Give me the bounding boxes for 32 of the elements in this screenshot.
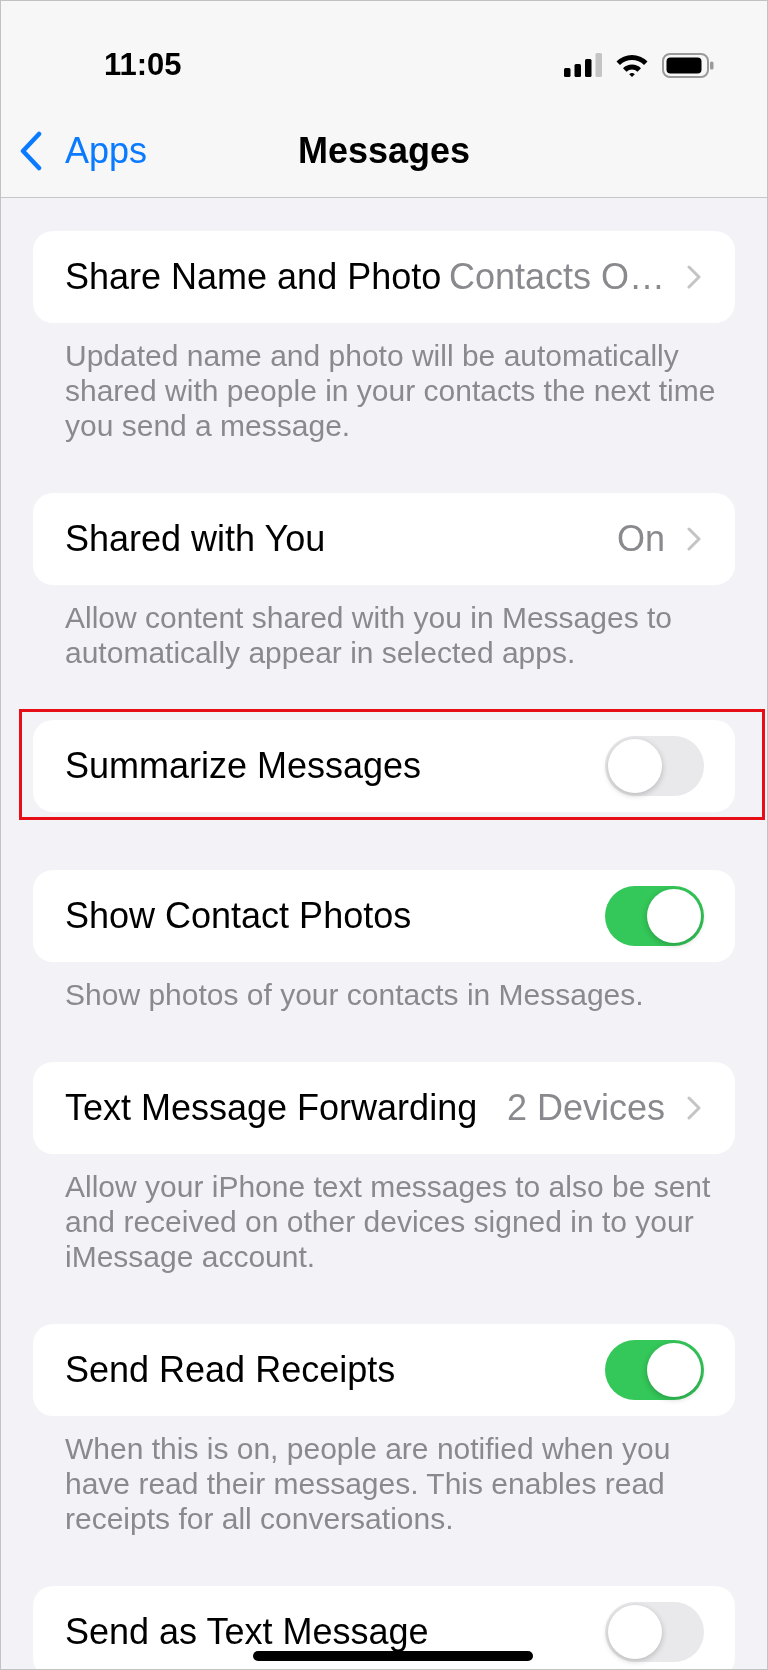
- row-label: Share Name and Photo: [65, 256, 443, 298]
- wifi-icon: [616, 53, 648, 77]
- back-button[interactable]: Apps: [1, 130, 148, 172]
- toggle-switch[interactable]: [605, 736, 704, 796]
- toggle-switch[interactable]: [605, 1340, 704, 1400]
- section-footer: Allow content shared with you in Messages to automatically appear in selected apps.: [1, 600, 767, 670]
- row-value: On: [616, 518, 665, 560]
- chevron-right-icon: [687, 527, 701, 551]
- row-label: Shared with You: [65, 518, 327, 560]
- settings-row[interactable]: Share Name and Photo Contacts O…: [33, 231, 735, 323]
- row-label: Summarize Messages: [65, 745, 423, 787]
- chevron-left-icon: [19, 131, 43, 171]
- section-footer: Show photos of your contacts in Messages.: [1, 977, 767, 1012]
- row-value: 2 Devices: [506, 1087, 665, 1129]
- row-value: Contacts O…: [448, 256, 665, 298]
- row-label: Send Read Receipts: [65, 1349, 397, 1391]
- page-title: Messages: [297, 130, 471, 172]
- settings-row[interactable]: Text Message Forwarding 2 Devices: [33, 1062, 735, 1154]
- section-footer: When this is on, people are notified when you have read their messages. This enables read receipts for all conversations.: [1, 1431, 767, 1536]
- battery-icon: [662, 52, 714, 78]
- toggle-switch[interactable]: [605, 886, 704, 946]
- row-label: Send as Text Message: [65, 1611, 430, 1653]
- section-footer: Updated name and photo will be automatically shared with people in your contacts the next time you send a message.: [1, 338, 767, 443]
- settings-row[interactable]: Shared with You On: [33, 493, 735, 585]
- status-time: 11:05: [104, 48, 182, 82]
- chevron-right-icon: [687, 265, 701, 289]
- toggle-switch[interactable]: [605, 1602, 704, 1662]
- section-footer: Allow your iPhone text messages to also be sent and received on other devices signed in to your iMessage account.: [1, 1169, 767, 1274]
- chevron-right-icon: [687, 1096, 701, 1120]
- row-label: Show Contact Photos: [65, 895, 413, 937]
- signal-icon: [564, 53, 602, 77]
- row-label: Text Message Forwarding: [65, 1087, 479, 1129]
